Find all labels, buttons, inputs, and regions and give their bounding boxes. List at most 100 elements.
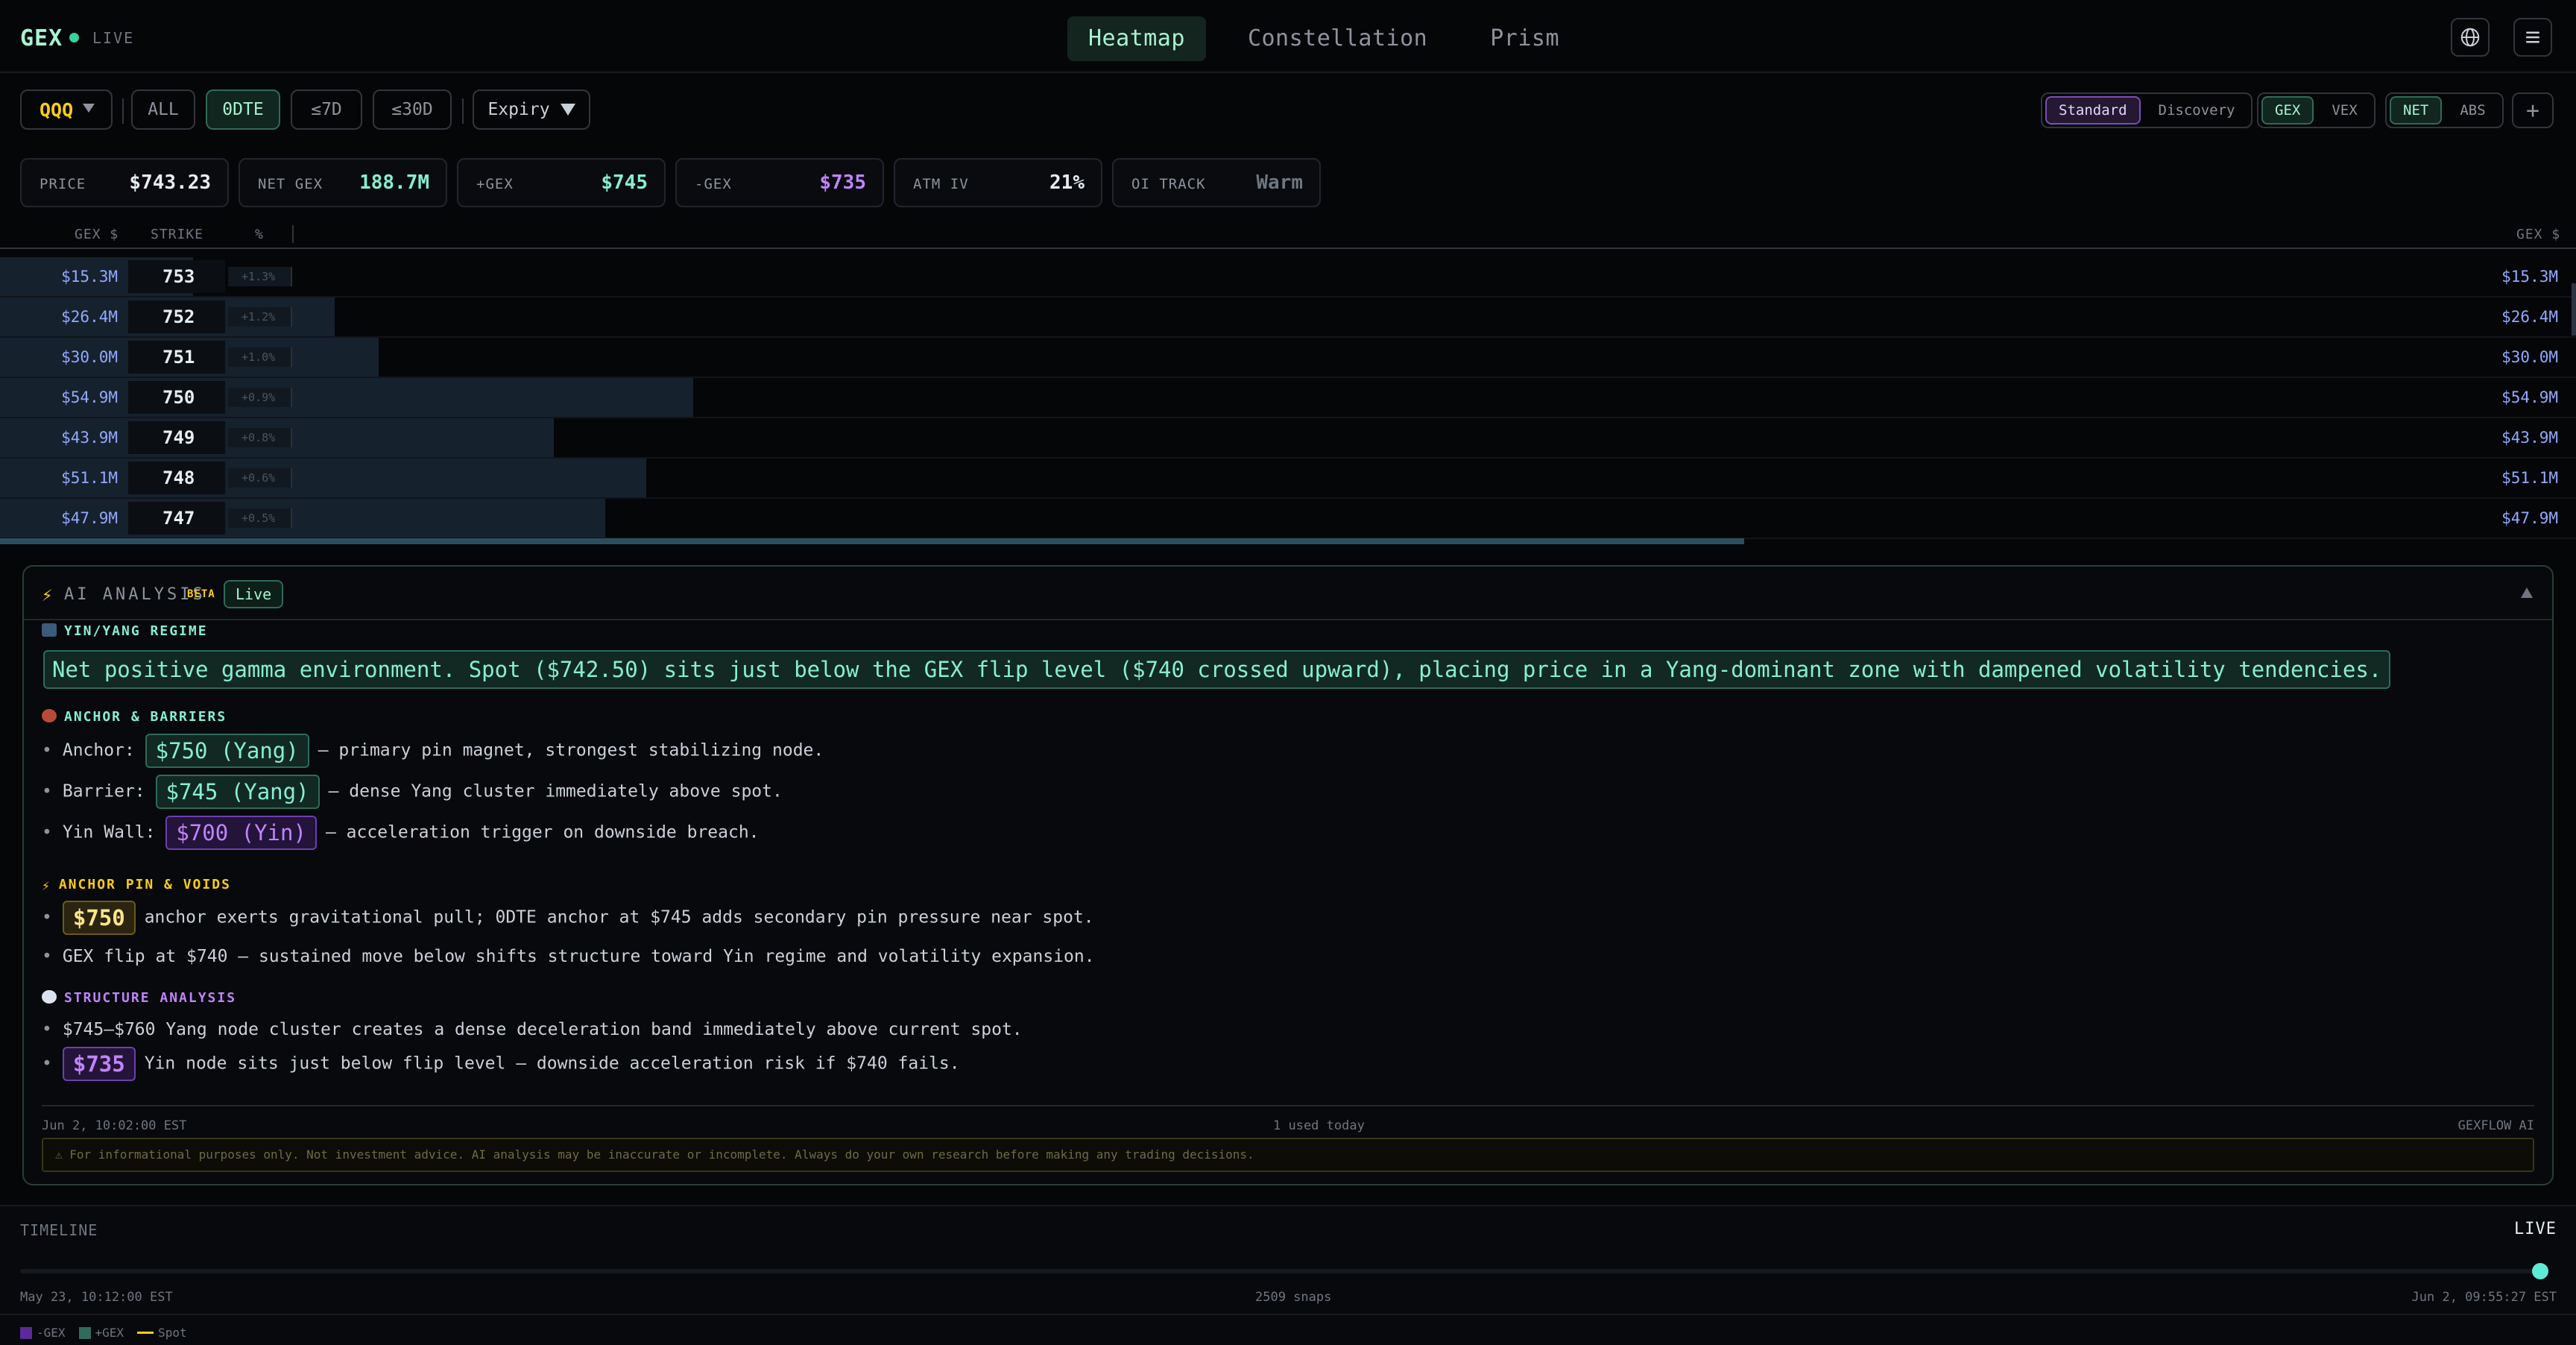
add-panel-button[interactable]: + [2512,92,2554,128]
yin-wall-level-chip: $700 (Yin) [165,816,317,850]
view-abs-button[interactable]: ABS [2446,96,2498,125]
heatmap-row[interactable]: $43.9M 749 +0.8% $43.9M [0,418,2576,459]
horizontal-scrollbar[interactable] [0,538,1744,544]
heatmap-row[interactable]: $54.9M 750 +0.9% $54.9M [0,378,2576,418]
strike-value: 747 [128,502,225,535]
heatmap-row[interactable]: $51.1M 748 +0.6% $51.1M [0,459,2576,499]
globe-icon [2460,28,2480,47]
mode-discovery-button[interactable]: Discovery [2145,96,2249,125]
disclaimer: ⚠ For informational purposes only. Not i… [42,1138,2534,1172]
timeline-track[interactable] [20,1269,2548,1273]
gex-value: $43.9M [61,429,118,447]
heatmap-row[interactable]: $47.9M 747 +0.5% $47.9M [0,499,2576,539]
range-0dte-button[interactable]: 0DTE [206,89,280,130]
gex-value: $47.9M [61,509,118,527]
section-title: YIN/YANG REGIME [64,623,208,639]
structure-line: • $745–$760 Yang node cluster creates a d… [42,1020,1023,1039]
section-anchor-pin-voids: ⚡ ANCHOR PIN & VOIDS [42,877,231,894]
ai-analysis-panel: ⚡ AI ANALYSIS BETA Live YIN/YANG REGIME … [22,565,2554,1185]
ai-analysis-header[interactable]: ⚡ AI ANALYSIS BETA Live [24,567,2552,620]
heatmap-row[interactable]: $30.0M 751 +1.0% $30.0M [0,338,2576,378]
filter-bar: QQQ ALL 0DTE ≤7D ≤30D Expiry Standard Di… [0,75,2576,146]
stat-minus-gex: -GEX $735 [675,158,884,207]
tab-prism[interactable]: Prism [1469,16,1580,61]
line-text: anchor exerts gravitational pull; 0DTE a… [144,907,1094,927]
line-text: — primary pin magnet, strongest stabiliz… [318,740,824,760]
timeline-start: May 23, 10:12:00 EST [20,1290,173,1305]
gex-value-right: $54.9M [2501,388,2558,406]
line-text: Yin node sits just below flip level — do… [144,1053,960,1074]
stat-oi-track[interactable]: OI TRACK Warm [1112,158,1321,207]
stat-label: ATM IV [913,176,969,192]
stat-price: PRICE $743.23 [20,158,229,207]
beta-badge: BETA [187,588,215,600]
target-icon [42,709,57,722]
timeline-slider-handle[interactable] [2532,1263,2548,1279]
divider [122,98,124,124]
line-text: — dense Yang cluster immediately above s… [328,781,783,801]
legend-item-spot: Spot [137,1326,187,1340]
tab-constellation[interactable]: Constellation [1227,16,1448,61]
pin-line: • $750 anchor exerts gravitational pull; 0… [42,901,1094,935]
section-title: ANCHOR & BARRIERS [64,709,227,725]
pin-level-chip: $750 [62,901,136,935]
divider [42,1105,2534,1106]
stat-label: OI TRACK [1131,176,1206,192]
view-net-button[interactable]: NET [2390,96,2443,125]
stat-value: Warm [1256,171,1303,194]
metric-gex-button[interactable]: GEX [2261,96,2314,125]
metric-vex-button[interactable]: VEX [2318,96,2370,125]
legend-item-plus-gex: +GEX [78,1326,124,1340]
stat-label: PRICE [40,176,86,192]
stat-net-gex: NET GEX 188.7M [239,158,447,207]
vertical-scrollbar[interactable] [2572,283,2576,336]
language-button[interactable] [2451,18,2490,57]
gex-value: $51.1M [61,469,118,487]
gex-value-right: $15.3M [2501,268,2558,286]
anchor-line: • Anchor: $750 (Yang) — primary pin magnet… [42,734,824,768]
tab-heatmap[interactable]: Heatmap [1067,16,1206,61]
chevron-down-icon [83,104,95,113]
live-status-label: LIVE [92,29,135,47]
column-header-strike: STRIKE [151,227,204,242]
section-title: ANCHOR PIN & VOIDS [58,877,231,892]
menu-button[interactable] [2513,18,2552,57]
line-label: Anchor: [62,740,135,760]
anchor-level-chip: $750 (Yang) [145,734,309,768]
expiry-select[interactable]: Expiry [473,89,590,130]
spot-line-swatch [137,1332,154,1334]
range-all-button[interactable]: ALL [131,89,195,130]
gex-value: $26.4M [61,308,118,326]
range-7d-button[interactable]: ≤7D [291,89,362,130]
mode-standard-button[interactable]: Standard [2045,96,2141,125]
barrier-level-chip: $745 (Yang) [155,775,320,809]
bolt-icon: ⚡ [42,878,51,894]
range-30d-button[interactable]: ≤30D [373,89,452,130]
strike-value: 748 [128,462,225,494]
bullet: • [42,907,52,927]
timeline-live-button[interactable]: LIVE [2514,1220,2557,1238]
strike-value: 751 [128,341,225,374]
heatmap-row[interactable]: $26.4M 752 +1.2% $26.4M [0,297,2576,338]
view-toggle: NET ABS [2385,92,2504,128]
structure-line: • $735 Yin node sits just below flip level… [42,1047,960,1081]
strike-value: 750 [128,381,225,414]
gex-value: $54.9M [61,388,118,406]
section-anchor-barriers: ANCHOR & BARRIERS [42,709,227,725]
ticker-select[interactable]: QQQ [20,89,113,130]
bullet: • [42,740,52,760]
bullet: • [42,781,52,801]
line-text: $745–$760 Yang node cluster creates a de… [62,1020,1023,1039]
gex-value-right: $30.0M [2501,348,2558,366]
collapse-icon[interactable] [2521,588,2533,598]
gex-value-right: $43.9M [2501,429,2558,447]
stat-atm-iv: ATM IV 21% [894,158,1102,207]
flip-line: • GEX flip at $740 — sustained move below… [42,947,1095,966]
heatmap-header: GEX $ STRIKE % GEX $ [0,224,2576,249]
mode-toggle: Standard Discovery [2041,92,2253,128]
column-header-pct: % [255,227,264,242]
heatmap-rows: $15.3M 753 +1.3% $15.3M $26.4M 752 +1.2% $26.4M… [0,257,2576,539]
heatmap-row[interactable]: $15.3M 753 +1.3% $15.3M [0,257,2576,297]
line-text: GEX flip at $740 — sustained move below … [62,947,1095,966]
brand-logo[interactable]: GEX [20,25,63,51]
